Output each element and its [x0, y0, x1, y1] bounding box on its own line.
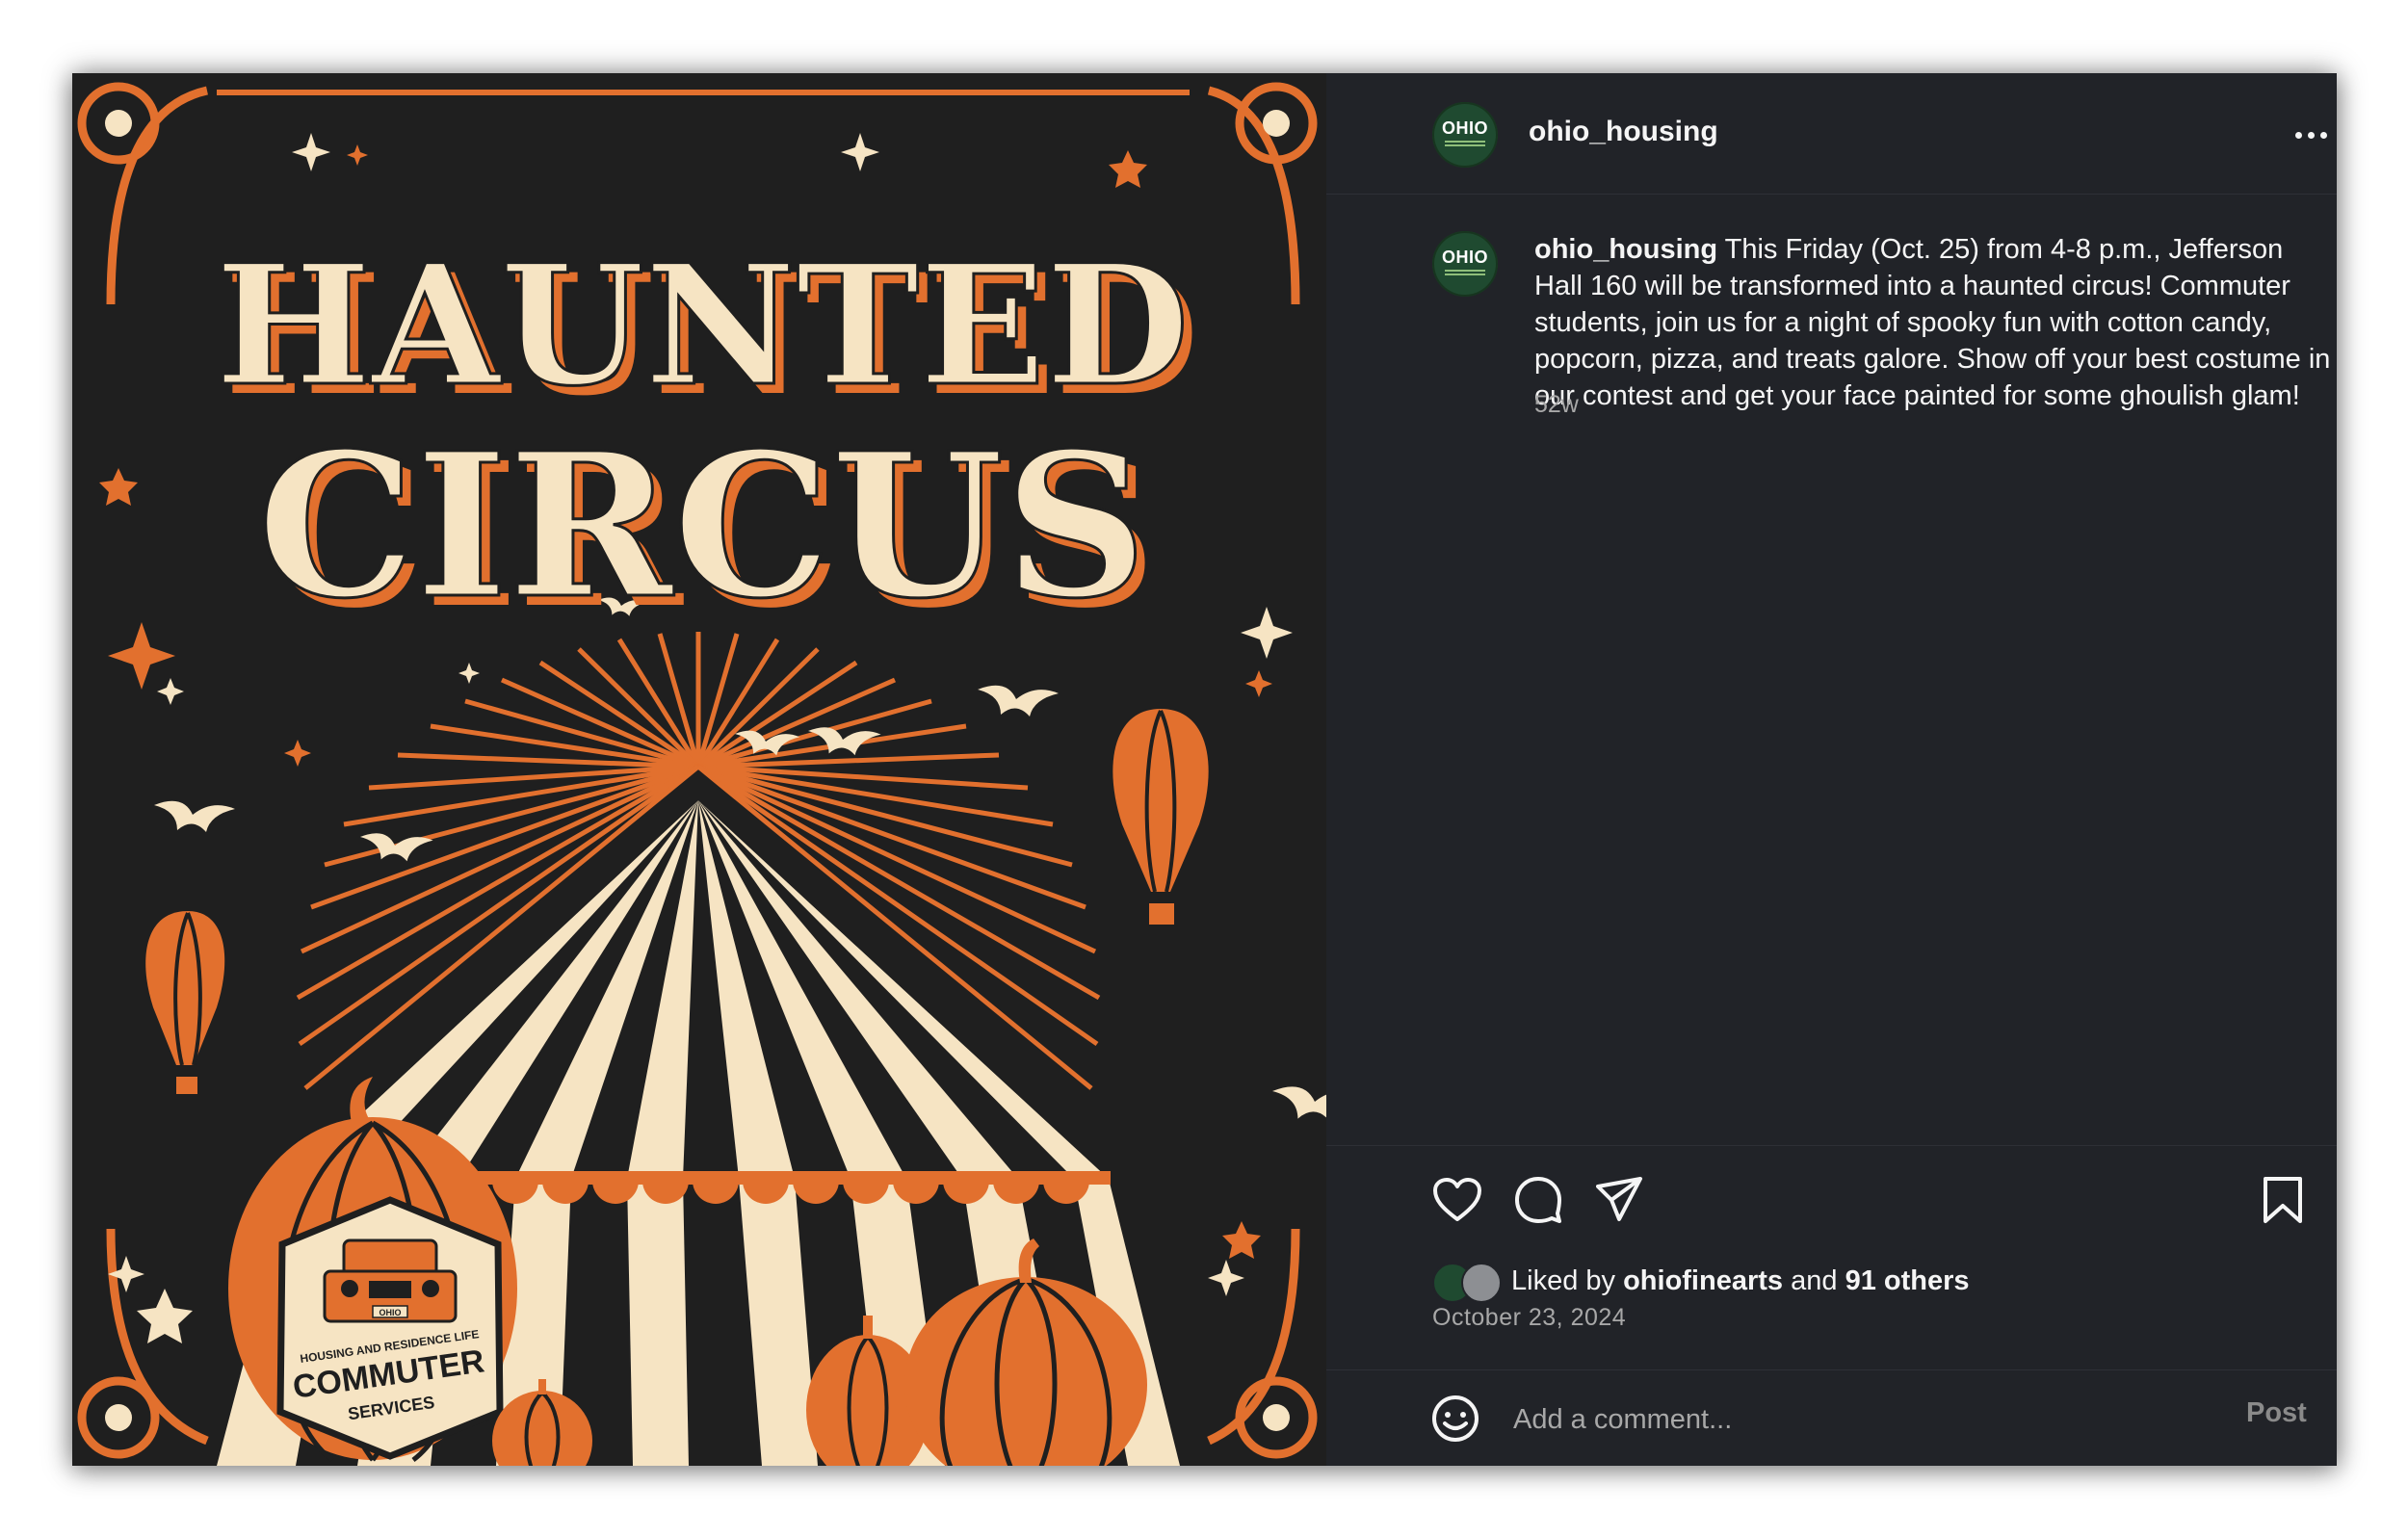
commuter-badge: OHIO HOUSING AND RESIDENCE LIFE COMMUTER…	[276, 1196, 504, 1460]
caption-username[interactable]: ohio_housing	[1534, 234, 1717, 265]
more-icon	[2294, 131, 2302, 139]
jeep-plate: OHIO	[379, 1308, 401, 1317]
likes-middle: and	[1791, 1264, 1838, 1296]
share-button[interactable]	[1592, 1173, 1646, 1227]
comment-input[interactable]	[1511, 1397, 2247, 1442]
caption-text: ohio_housing This Friday (Oct. 25) from …	[1534, 231, 2334, 414]
post-date[interactable]: October 23, 2024	[1432, 1304, 1626, 1332]
jeep-icon: OHIO	[323, 1238, 458, 1323]
header-username[interactable]: ohio_housing	[1529, 116, 1718, 148]
avatar-text: OHIO	[1441, 118, 1488, 138]
like-button[interactable]	[1430, 1173, 1484, 1227]
post-window: HAUNTED HAUNTED CIRCUS CIRCUS OHIO HOUSI…	[72, 73, 2337, 1466]
title-line2: CIRCUS	[257, 409, 1147, 642]
avatar-subtitle-lines	[1445, 270, 1485, 272]
post-details-panel: OHIO ohio_housing OHIO ohio_housing This…	[1326, 73, 2337, 1466]
comment-button[interactable]	[1511, 1173, 1565, 1227]
avatar[interactable]: OHIO	[1432, 102, 1498, 168]
haunted-circus-poster: HAUNTED HAUNTED CIRCUS CIRCUS OHIO HOUSI…	[72, 73, 1326, 1466]
avatar-subtitle-lines	[1445, 141, 1485, 143]
bookmark-icon	[2264, 1177, 2302, 1223]
comment-composer: Post	[1326, 1369, 2337, 1466]
avatar	[1461, 1263, 1502, 1303]
post-header: OHIO ohio_housing	[1326, 73, 2337, 195]
poster-title: HAUNTED HAUNTED CIRCUS CIRCUS	[214, 226, 1199, 653]
heart-icon	[1433, 1178, 1481, 1221]
save-button[interactable]	[2256, 1173, 2310, 1227]
caption-timestamp[interactable]: 52w	[1534, 391, 1579, 419]
post-image[interactable]: HAUNTED HAUNTED CIRCUS CIRCUS OHIO HOUSI…	[72, 73, 1326, 1466]
likes-others-link[interactable]: 91 others	[1845, 1265, 1970, 1297]
liker-username[interactable]: ohiofinearts	[1623, 1265, 1783, 1297]
likes-summary: Liked by ohiofinearts and 91 others	[1432, 1260, 1970, 1303]
title-line1: HAUNTED	[215, 227, 1189, 423]
more-icon-dot	[2319, 131, 2327, 139]
share-icon	[1596, 1177, 1642, 1221]
comment-icon	[1515, 1177, 1561, 1223]
more-options-button[interactable]	[2290, 114, 2332, 156]
avatar-text: OHIO	[1441, 248, 1488, 267]
emoji-icon	[1432, 1395, 1479, 1442]
caption-avatar[interactable]: OHIO	[1432, 231, 1498, 297]
more-icon-dot	[2307, 131, 2315, 139]
liker-avatars	[1432, 1261, 1507, 1303]
likes-prefix: Liked by	[1511, 1264, 1616, 1296]
emoji-button[interactable]	[1428, 1392, 1482, 1446]
post-comment-button[interactable]: Post	[2246, 1397, 2307, 1429]
